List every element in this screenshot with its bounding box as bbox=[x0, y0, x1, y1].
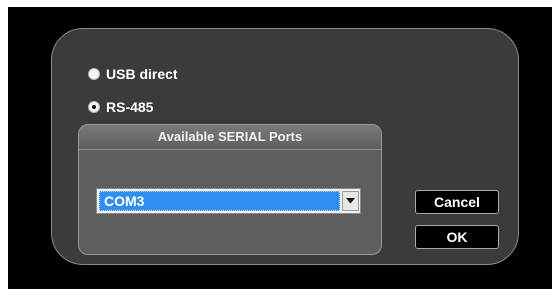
radio-label-rs-485: RS-485 bbox=[106, 99, 154, 115]
serial-ports-panel: Available SERIAL Ports COM3 bbox=[78, 124, 382, 255]
cancel-button[interactable]: Cancel bbox=[415, 190, 499, 214]
chevron-down-icon[interactable] bbox=[342, 191, 359, 211]
window-frame: USB direct RS-485 Available SERIAL Ports… bbox=[8, 7, 552, 289]
radio-usb-direct[interactable]: USB direct bbox=[88, 66, 178, 82]
ok-button[interactable]: OK bbox=[415, 225, 499, 249]
radio-button-checked-icon[interactable] bbox=[88, 101, 100, 113]
connection-dialog: USB direct RS-485 Available SERIAL Ports… bbox=[51, 28, 519, 265]
radio-button-icon[interactable] bbox=[88, 68, 100, 80]
radio-rs-485[interactable]: RS-485 bbox=[88, 99, 153, 115]
radio-label-usb-direct: USB direct bbox=[106, 66, 178, 82]
serial-ports-title: Available SERIAL Ports bbox=[79, 125, 381, 150]
serial-port-selected-value[interactable]: COM3 bbox=[99, 191, 340, 211]
serial-port-select[interactable]: COM3 bbox=[96, 188, 361, 214]
